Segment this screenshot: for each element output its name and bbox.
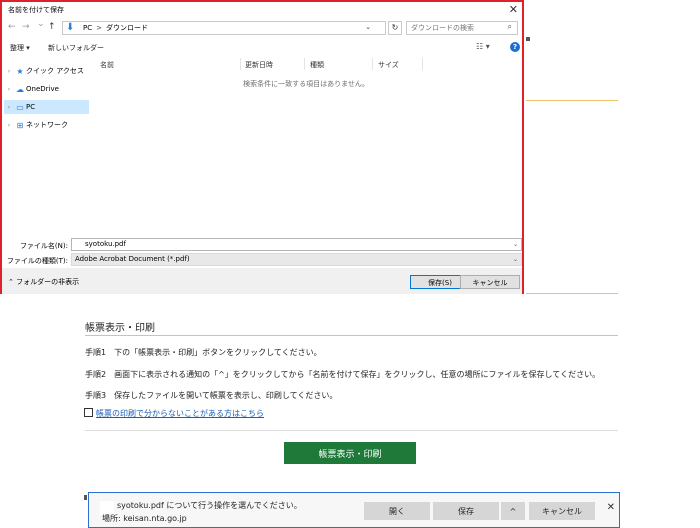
breadcrumb-downloads[interactable]: ダウンロード: [106, 23, 148, 33]
sidebar-item-pc[interactable]: › ▭ PC: [4, 100, 89, 114]
up-arrow-icon[interactable]: ↑: [48, 22, 56, 32]
address-bar[interactable]: ⬇ PC > ダウンロード ⌄: [62, 21, 386, 35]
search-icon: ⌕: [507, 22, 512, 31]
navigation-pane: › ★ クイック アクセス › ☁ OneDrive › ▭ PC › ⊞ ネッ…: [4, 60, 89, 232]
filename-label: ファイル名(N):: [19, 242, 68, 250]
navigation-bar: ← → ⌄ ↑ ⬇ PC > ダウンロード ⌄ ↻ ⌕: [2, 19, 522, 39]
filetype-select[interactable]: Adobe Acrobat Document (*.pdf) ⌄: [71, 253, 522, 266]
sidebar-item-quick-access[interactable]: › ★ クイック アクセス: [4, 64, 89, 78]
filename-field[interactable]: syotoku.pdf ⌄: [71, 238, 522, 251]
forward-arrow-icon[interactable]: →: [22, 22, 30, 32]
chevron-down-icon[interactable]: ⌄: [513, 239, 518, 250]
divider: [526, 293, 618, 294]
divider: [526, 100, 618, 101]
cloud-icon: ☁: [16, 84, 24, 94]
title-bar: 名前を付けて保存 ✕: [2, 2, 522, 18]
sidebar-item-label: ネットワーク: [26, 121, 68, 129]
save-button[interactable]: 保存: [433, 502, 499, 520]
command-bar: 整理 ▾ 新しいフォルダー ☷ ▾ ?: [2, 40, 522, 56]
column-header-type[interactable]: 種類: [310, 60, 324, 70]
step-3: 手順3 保存したファイルを開いて帳票を表示し、印刷してください。: [85, 391, 338, 400]
divider: [85, 430, 618, 431]
download-arrow-icon: ⬇: [66, 22, 75, 33]
dialog-footer: ⌃ フォルダーの非表示 保存(S) キャンセル: [2, 268, 522, 294]
filetype-row: ファイルの種類(T): Adobe Acrobat Document (*.pd…: [4, 253, 522, 267]
chevron-down-icon[interactable]: ⌄: [513, 254, 518, 265]
filetype-label: ファイルの種類(T):: [6, 257, 68, 265]
column-header-modified[interactable]: 更新日時: [245, 60, 273, 70]
help-link[interactable]: 帳票の印刷で分からないことがある方はこちら: [84, 408, 264, 419]
network-icon: ⊞: [16, 120, 24, 130]
section-title: 帳票表示・印刷: [85, 323, 155, 334]
sidebar-item-label: OneDrive: [26, 85, 59, 93]
expand-arrow-icon[interactable]: ›: [4, 122, 14, 129]
chevron-right-icon: >: [96, 24, 102, 32]
refresh-button[interactable]: ↻: [388, 21, 402, 35]
search-input[interactable]: [406, 21, 518, 35]
column-header-size[interactable]: サイズ: [378, 60, 399, 70]
step-2: 手順2 画面下に表示される通知の「^」をクリックしてから「名前を付けて保存」をク…: [85, 370, 601, 379]
organize-menu[interactable]: 整理 ▾: [10, 43, 30, 53]
notification-message: syotoku.pdf について行う操作を選んでください。: [117, 501, 302, 510]
view-options-icon[interactable]: ☷ ▾: [476, 42, 490, 51]
column-divider[interactable]: [240, 58, 241, 70]
chevron-down-icon[interactable]: ⌄: [365, 23, 371, 31]
recent-dropdown-icon[interactable]: ⌄: [37, 19, 45, 29]
pc-icon: ▭: [16, 102, 24, 112]
cancel-button[interactable]: キャンセル: [529, 502, 595, 520]
file-list: 名前 更新日時 種類 サイズ 検索条件に一致する項目はありません。: [92, 56, 520, 232]
star-icon: ★: [16, 66, 24, 76]
column-divider[interactable]: [372, 58, 373, 70]
expand-arrow-icon[interactable]: ›: [4, 86, 14, 93]
column-divider[interactable]: [422, 58, 423, 70]
sidebar-item-label: クイック アクセス: [26, 67, 84, 75]
document-icon: [84, 408, 93, 417]
help-icon[interactable]: ?: [510, 42, 520, 52]
hide-folders-toggle[interactable]: ⌃ フォルダーの非表示: [8, 277, 79, 287]
breadcrumb-pc[interactable]: PC: [83, 24, 92, 32]
chevron-up-icon: ⌃: [8, 278, 17, 286]
open-button[interactable]: 開く: [364, 502, 430, 520]
close-icon[interactable]: ✕: [607, 502, 615, 513]
filename-row: ファイル名(N): syotoku.pdf ⌄: [4, 238, 522, 252]
download-notification: syotoku.pdf について行う操作を選んでください。 場所: keisan…: [88, 492, 620, 528]
step-1: 手順1 下の「帳票表示・印刷」ボタンをクリックしてください。: [85, 348, 322, 357]
close-icon[interactable]: ✕: [509, 3, 518, 16]
expand-arrow-icon[interactable]: ›: [4, 104, 14, 111]
column-divider[interactable]: [304, 58, 305, 70]
print-button[interactable]: 帳票表示・印刷: [284, 442, 416, 464]
section-divider: [85, 335, 618, 336]
sidebar-item-network[interactable]: › ⊞ ネットワーク: [4, 118, 89, 132]
new-folder-button[interactable]: 新しいフォルダー: [48, 43, 104, 53]
back-arrow-icon[interactable]: ←: [8, 22, 16, 32]
sidebar-item-label: PC: [26, 103, 36, 111]
notification-location: 場所: keisan.nta.go.jp: [102, 514, 187, 523]
dialog-title: 名前を付けて保存: [8, 6, 64, 14]
expand-arrow-icon[interactable]: ›: [4, 68, 14, 75]
empty-message: 検索条件に一致する項目はありません。: [243, 80, 369, 88]
sidebar-item-onedrive[interactable]: › ☁ OneDrive: [4, 82, 89, 96]
save-options-chevron-button[interactable]: ^: [501, 502, 525, 520]
partial-glyph: [84, 495, 87, 500]
refresh-icon: ↻: [391, 23, 399, 32]
cancel-button[interactable]: キャンセル: [460, 275, 520, 289]
column-header-name[interactable]: 名前: [100, 60, 114, 70]
partial-glyph: [526, 37, 530, 41]
save-as-dialog: 名前を付けて保存 ✕ ← → ⌄ ↑ ⬇ PC > ダウンロード ⌄ ↻ ⌕ 整…: [0, 0, 524, 294]
